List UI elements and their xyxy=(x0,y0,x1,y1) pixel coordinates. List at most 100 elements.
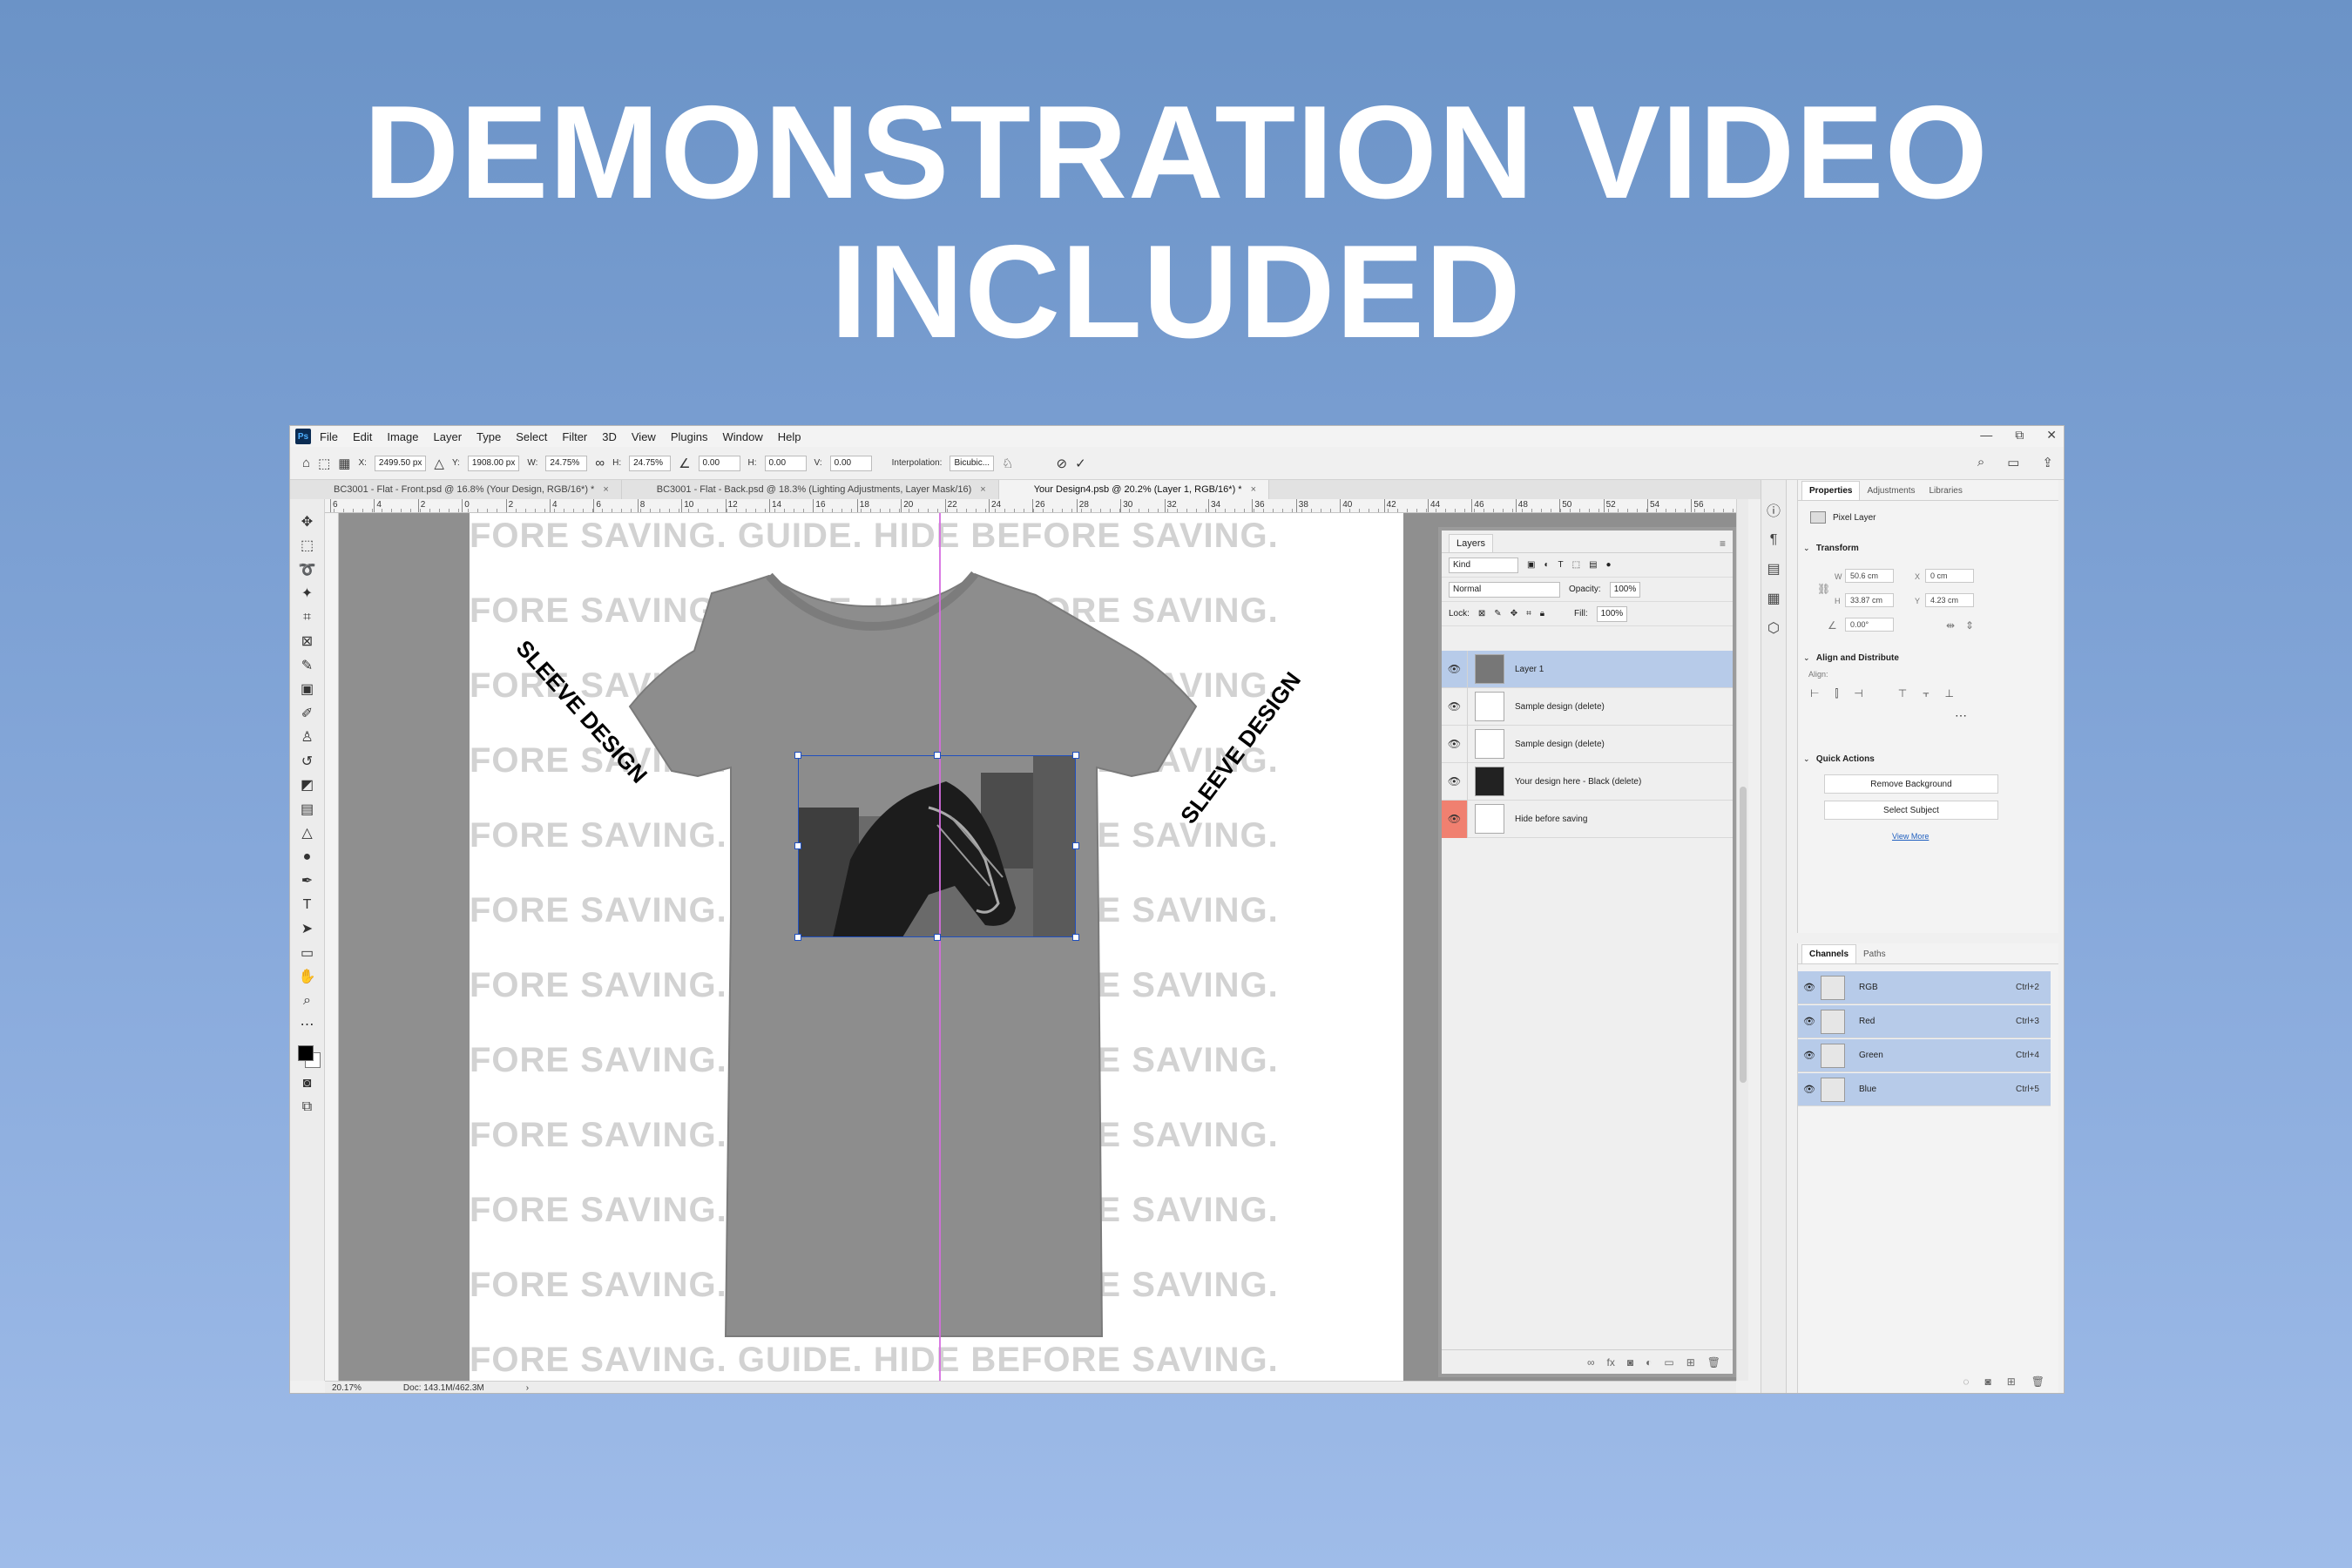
visibility-eye-icon[interactable]: 👁︎ xyxy=(1798,982,1821,993)
menu-plugins[interactable]: Plugins xyxy=(671,430,708,443)
link-icon[interactable]: ∞ xyxy=(595,456,605,470)
document-canvas[interactable]: FORE SAVING. GUIDE. HIDE BEFORE SAVING. F… xyxy=(470,513,1403,1381)
new-group-icon[interactable]: ▭ xyxy=(1664,1356,1673,1369)
pen-tool-icon[interactable]: ✒ xyxy=(290,869,325,894)
eyedropper-tool-icon[interactable]: ✎ xyxy=(290,653,325,678)
status-arrow-icon[interactable]: › xyxy=(526,1383,529,1393)
dodge-tool-icon[interactable]: ● xyxy=(290,845,325,869)
brush-tool-icon[interactable]: ✐ xyxy=(290,701,325,726)
crop-tool-icon[interactable]: ⌗ xyxy=(290,605,325,630)
x-input[interactable]: 2499.50 px xyxy=(374,455,427,471)
tab-libraries[interactable]: Libraries xyxy=(1923,482,1970,500)
align-bottom-icon[interactable]: ⊥ xyxy=(1944,687,1953,700)
new-layer-icon[interactable]: ⊞ xyxy=(1686,1356,1695,1369)
3d-panel-icon[interactable]: ⬡ xyxy=(1767,619,1780,637)
kind-filter-select[interactable]: Kind xyxy=(1449,557,1518,573)
visibility-eye-icon[interactable]: 👁︎ xyxy=(1442,800,1468,838)
share-icon[interactable]: ⇪ xyxy=(2042,455,2053,470)
adjustment-filter-icon[interactable]: ◐ xyxy=(1544,560,1549,570)
menu-window[interactable]: Window xyxy=(722,430,762,443)
close-icon[interactable]: ✕ xyxy=(2046,428,2057,443)
workspace-icon[interactable]: ▭ xyxy=(2007,455,2019,470)
adjustment-layer-icon[interactable]: ◐ xyxy=(1646,1356,1652,1369)
delete-layer-icon[interactable]: 🗑︎ xyxy=(1707,1356,1720,1369)
gradient-tool-icon[interactable]: ▤ xyxy=(290,797,325,821)
interpolation-select[interactable]: Bicubic... xyxy=(950,455,995,471)
move-tool-icon[interactable]: ✥ xyxy=(290,510,325,534)
channel-row-red[interactable]: 👁︎ Red Ctrl+3 xyxy=(1798,1005,2051,1038)
lock-artboard-icon[interactable]: ⌗ xyxy=(1526,609,1531,618)
transform-tool-icon[interactable]: ⬚ xyxy=(318,456,330,471)
chevron-down-icon[interactable]: ⌄ xyxy=(1803,653,1810,662)
magic-wand-tool-icon[interactable]: ✦ xyxy=(290,582,325,606)
y-input[interactable]: 1908.00 px xyxy=(467,455,520,471)
layer-row[interactable]: 👁︎ Layer 1 xyxy=(1442,650,1733,688)
delete-channel-icon[interactable]: 🗑︎ xyxy=(2031,1375,2044,1388)
close-icon[interactable]: × xyxy=(980,484,985,495)
transform-handle[interactable] xyxy=(794,752,801,759)
menu-edit[interactable]: Edit xyxy=(353,430,372,443)
close-icon[interactable]: × xyxy=(603,484,608,495)
paragraph-icon[interactable]: ¶ xyxy=(1770,532,1778,548)
transform-handle[interactable] xyxy=(934,752,941,759)
minimize-icon[interactable]: — xyxy=(1980,428,1992,443)
menu-layer[interactable]: Layer xyxy=(434,430,463,443)
info-icon[interactable]: ⓘ xyxy=(1767,499,1781,520)
lock-transparency-icon[interactable]: ⊠ xyxy=(1478,609,1485,618)
close-icon[interactable]: × xyxy=(1251,484,1256,495)
shape-filter-icon[interactable]: ⬚ xyxy=(1572,560,1580,570)
tab-back[interactable]: BC3001 - Flat - Back.psd @ 18.3% (Lighti… xyxy=(622,480,999,499)
channel-row-rgb[interactable]: 👁︎ RGB Ctrl+2 xyxy=(1798,971,2051,1004)
transform-bounding-box[interactable] xyxy=(798,755,1076,937)
blend-mode-select[interactable]: Normal xyxy=(1449,581,1560,598)
more-tools-icon[interactable]: ⋯ xyxy=(290,1013,325,1037)
scrollbar-thumb[interactable] xyxy=(1740,787,1747,1083)
screen-mode-icon[interactable]: ⧉ xyxy=(290,1096,325,1120)
save-selection-icon[interactable]: ◙ xyxy=(1984,1375,1990,1388)
select-subject-button[interactable]: Select Subject xyxy=(1824,801,1998,820)
tab-channels[interactable]: Channels xyxy=(1801,944,1857,963)
restore-icon[interactable]: ⧉ xyxy=(2015,428,2024,443)
transform-handle[interactable] xyxy=(1072,934,1079,941)
chevron-down-icon[interactable]: ⌄ xyxy=(1803,544,1810,552)
zoom-level[interactable]: 20.17% xyxy=(332,1383,362,1393)
angle-input[interactable]: 0.00 xyxy=(698,455,740,471)
chevron-down-icon[interactable]: ⌄ xyxy=(1803,754,1810,763)
blur-tool-icon[interactable]: △ xyxy=(290,821,325,846)
checkmark-icon[interactable]: ✓ xyxy=(1075,456,1086,471)
lock-paint-icon[interactable]: ✎ xyxy=(1494,609,1501,618)
menu-filter[interactable]: Filter xyxy=(562,430,587,443)
visibility-eye-icon[interactable]: 👁︎ xyxy=(1442,650,1468,688)
tab-front[interactable]: BC3001 - Flat - Front.psd @ 16.8% (Your … xyxy=(299,480,622,499)
menu-view[interactable]: View xyxy=(632,430,656,443)
flip-horizontal-icon[interactable]: ⇹ xyxy=(1946,619,1955,632)
link-layers-icon[interactable]: ∞ xyxy=(1587,1356,1595,1369)
path-select-icon[interactable]: ➤ xyxy=(290,917,325,942)
layer-row[interactable]: 👁︎ Sample design (delete) xyxy=(1442,687,1733,726)
hand-tool-icon[interactable]: ✋ xyxy=(290,965,325,990)
tab-layers[interactable]: Layers xyxy=(1449,534,1494,552)
align-right-icon[interactable]: ⊣ xyxy=(1854,687,1862,700)
layer-row[interactable]: 👁︎ Your design here - Black (delete) xyxy=(1442,762,1733,801)
tab-paths[interactable]: Paths xyxy=(1856,945,1893,963)
opacity-input[interactable]: 100% xyxy=(1609,581,1641,598)
transform-handle[interactable] xyxy=(1072,842,1079,849)
lock-all-icon[interactable]: 🔒︎ xyxy=(1540,609,1544,618)
vertical-scrollbar[interactable] xyxy=(1736,499,1748,1381)
menu-file[interactable]: File xyxy=(320,430,338,443)
menu-image[interactable]: Image xyxy=(387,430,418,443)
menu-3d[interactable]: 3D xyxy=(602,430,617,443)
pixel-filter-icon[interactable]: ▣ xyxy=(1527,560,1535,570)
color-swatches[interactable] xyxy=(294,1042,321,1071)
foreground-color[interactable] xyxy=(297,1045,314,1061)
add-mask-icon[interactable]: ◙ xyxy=(1627,1356,1633,1369)
align-middle-v-icon[interactable]: ⫟ xyxy=(1923,687,1929,700)
load-selection-icon[interactable]: ◌ xyxy=(1963,1375,1969,1388)
history-panel-icon[interactable]: ▦ xyxy=(1767,590,1780,607)
type-tool-icon[interactable]: T xyxy=(290,893,325,917)
fx-icon[interactable]: fx xyxy=(1607,1356,1615,1369)
swatches-panel-icon[interactable]: ▤ xyxy=(1767,560,1780,578)
visibility-eye-icon[interactable]: 👁︎ xyxy=(1442,762,1468,801)
vskew-input[interactable]: 0.00 xyxy=(829,455,872,471)
eraser-tool-icon[interactable]: ◩ xyxy=(290,774,325,798)
